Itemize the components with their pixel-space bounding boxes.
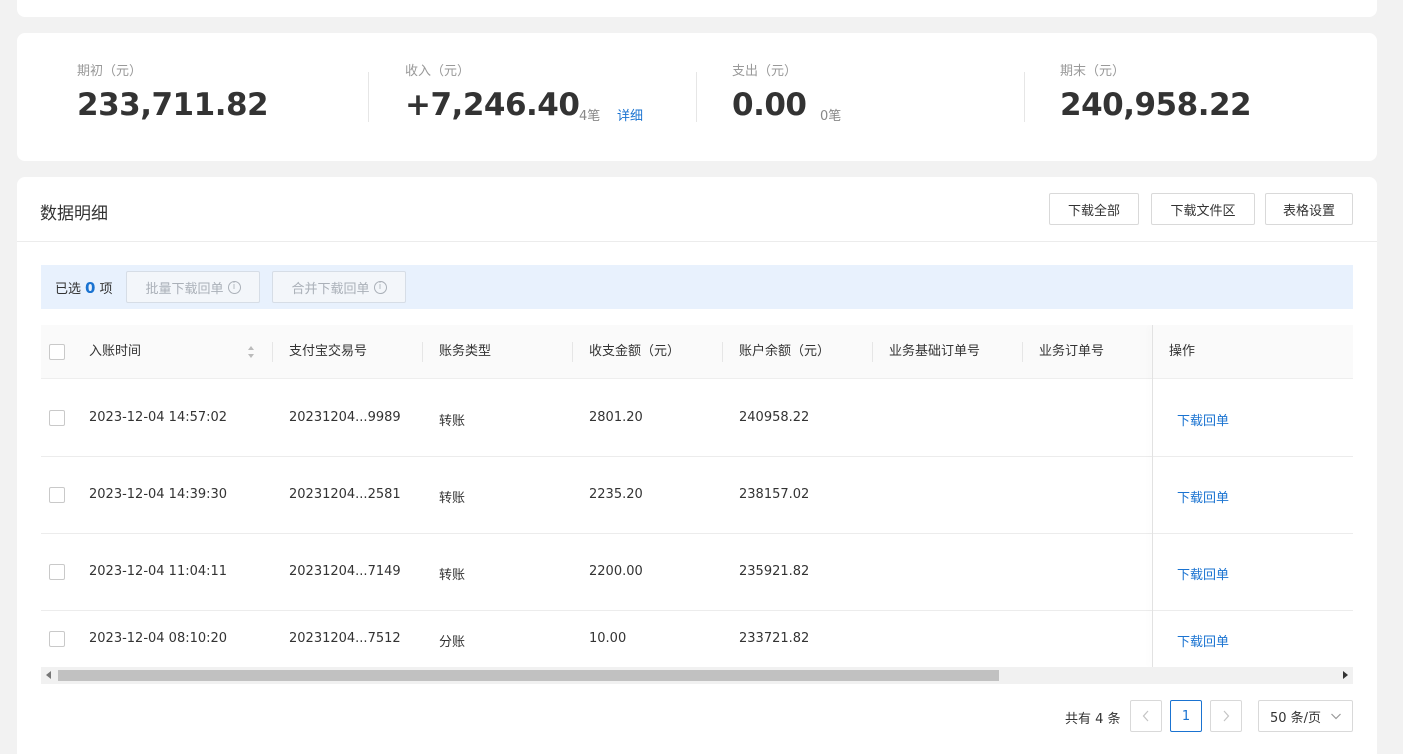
detail-card: 数据明细 下载全部 下载文件区 表格设置 已选 0 项 批量下载回单 i 合并下载回单… bbox=[17, 177, 1377, 754]
expense-count: 0笔 bbox=[820, 109, 842, 124]
income-count: 4笔 bbox=[579, 109, 601, 124]
select-all-checkbox[interactable] bbox=[49, 344, 65, 360]
row-checkbox[interactable] bbox=[49, 410, 65, 426]
selection-prefix: 已选 bbox=[55, 282, 82, 297]
merge-download-button[interactable]: 合并下载回单 i bbox=[272, 271, 406, 303]
scroll-left-arrow[interactable] bbox=[46, 671, 51, 679]
cell-amount: 10.00 bbox=[589, 631, 627, 646]
table-header: 入账时间 支付宝交易号 账务类型 收支金额（元） 账户余额（元） 业务基础订单号… bbox=[41, 325, 1353, 379]
column-separator bbox=[272, 342, 273, 362]
closing-value: 240,958.22 bbox=[1060, 87, 1252, 123]
cell-time: 2023-12-04 08:10:20 bbox=[89, 631, 228, 646]
opening-label: 期初（元） bbox=[77, 64, 143, 79]
column-separator bbox=[572, 342, 573, 362]
horizontal-scrollbar[interactable] bbox=[41, 667, 1353, 684]
info-icon: i bbox=[227, 280, 241, 294]
data-table: 入账时间 支付宝交易号 账务类型 收支金额（元） 账户余额（元） 业务基础订单号… bbox=[41, 325, 1353, 667]
cell-amount: 2235.20 bbox=[589, 487, 643, 502]
cell-trade-no: 20231204...9989 bbox=[289, 410, 401, 425]
cell-amount: 2200.00 bbox=[589, 564, 643, 579]
selection-bar: 已选 0 项 批量下载回单 i 合并下载回单 i bbox=[41, 265, 1353, 309]
merge-download-label: 合并下载回单 bbox=[291, 281, 370, 297]
cell-balance: 240958.22 bbox=[739, 410, 810, 425]
cell-trade-no: 20231204...7149 bbox=[289, 564, 401, 579]
income-detail-link[interactable]: 详细 bbox=[617, 105, 643, 124]
header-divider bbox=[17, 241, 1377, 242]
table-row: 2023-12-04 11:04:11 20231204...7149 转账 2… bbox=[41, 534, 1353, 611]
cell-trade-no: 20231204...2581 bbox=[289, 487, 401, 502]
cell-amount: 2801.20 bbox=[589, 410, 643, 425]
table-row: 2023-12-04 08:10:20 20231204...7512 分账 1… bbox=[41, 611, 1353, 667]
cell-type: 分账 bbox=[439, 635, 466, 650]
chevron-left-icon bbox=[1142, 710, 1149, 722]
column-separator bbox=[422, 342, 423, 362]
table-settings-button[interactable]: 表格设置 bbox=[1265, 193, 1353, 225]
download-receipt-link[interactable]: 下载回单 bbox=[1177, 487, 1229, 506]
chevron-down-icon bbox=[1331, 713, 1341, 720]
prev-page-button[interactable] bbox=[1130, 700, 1162, 732]
expense-value: 0.00 bbox=[732, 87, 807, 123]
chevron-right-icon bbox=[1223, 710, 1230, 722]
expense-label: 支出（元） bbox=[732, 64, 798, 79]
cell-balance: 235921.82 bbox=[739, 564, 810, 579]
column-separator bbox=[722, 342, 723, 362]
page-size-value: 50 条/页 bbox=[1270, 710, 1322, 726]
cell-type: 转账 bbox=[439, 568, 466, 583]
closing-label: 期末（元） bbox=[1060, 64, 1126, 79]
column-separator bbox=[1022, 342, 1023, 362]
pagination-total: 共有 4 条 bbox=[1065, 712, 1121, 727]
cell-trade-no: 20231204...7512 bbox=[289, 631, 401, 646]
page-1-button[interactable]: 1 bbox=[1170, 700, 1202, 732]
row-checkbox[interactable] bbox=[49, 631, 65, 647]
batch-download-label: 批量下载回单 bbox=[145, 281, 224, 297]
info-icon: i bbox=[373, 280, 387, 294]
page-size-select[interactable]: 50 条/页 bbox=[1258, 700, 1353, 732]
table-row: 2023-12-04 14:57:02 20231204...9989 转账 2… bbox=[41, 380, 1353, 457]
table-row: 2023-12-04 14:39:30 20231204...2581 转账 2… bbox=[41, 457, 1353, 534]
col-type: 账务类型 bbox=[439, 344, 492, 359]
download-folder-button[interactable]: 下载文件区 bbox=[1151, 193, 1255, 225]
col-time[interactable]: 入账时间 bbox=[89, 325, 141, 379]
col-balance: 账户余额（元） bbox=[739, 344, 831, 359]
row-checkbox[interactable] bbox=[49, 564, 65, 580]
download-all-button[interactable]: 下载全部 bbox=[1049, 193, 1139, 225]
col-trade-no: 支付宝交易号 bbox=[289, 344, 368, 359]
col-action: 操作 bbox=[1169, 344, 1196, 359]
column-separator bbox=[872, 342, 873, 362]
scroll-right-arrow[interactable] bbox=[1343, 671, 1348, 679]
cell-time: 2023-12-04 11:04:11 bbox=[89, 564, 228, 579]
col-order: 业务订单号 bbox=[1039, 344, 1105, 359]
scroll-thumb[interactable] bbox=[58, 670, 999, 681]
stat-divider bbox=[368, 72, 369, 122]
income-label: 收入（元） bbox=[405, 64, 471, 79]
cell-type: 转账 bbox=[439, 414, 466, 429]
top-card bbox=[17, 0, 1377, 17]
stat-divider bbox=[1024, 72, 1025, 122]
stat-divider bbox=[696, 72, 697, 122]
selection-count: 0 bbox=[85, 279, 96, 297]
fixed-column-divider bbox=[1152, 325, 1153, 667]
download-receipt-link[interactable]: 下载回单 bbox=[1177, 410, 1229, 429]
cell-time: 2023-12-04 14:39:30 bbox=[89, 487, 228, 502]
col-base-order: 业务基础订单号 bbox=[889, 344, 981, 359]
batch-download-button[interactable]: 批量下载回单 i bbox=[126, 271, 260, 303]
detail-title: 数据明细 bbox=[40, 204, 108, 224]
summary-card: 期初（元） 233,711.82 收入（元） +7,246.40 4笔 详细 支… bbox=[17, 33, 1377, 161]
cell-balance: 233721.82 bbox=[739, 631, 810, 646]
row-checkbox[interactable] bbox=[49, 487, 65, 503]
download-receipt-link[interactable]: 下载回单 bbox=[1177, 564, 1229, 583]
col-amount: 收支金额（元） bbox=[589, 344, 681, 359]
cell-type: 转账 bbox=[439, 491, 466, 506]
cell-time: 2023-12-04 14:57:02 bbox=[89, 410, 228, 425]
download-receipt-link[interactable]: 下载回单 bbox=[1177, 631, 1229, 650]
income-value: +7,246.40 bbox=[405, 87, 580, 123]
next-page-button[interactable] bbox=[1210, 700, 1242, 732]
selection-summary: 已选 0 项 bbox=[55, 278, 112, 297]
selection-suffix: 项 bbox=[99, 282, 113, 297]
sort-icon[interactable] bbox=[247, 345, 255, 359]
cell-balance: 238157.02 bbox=[739, 487, 810, 502]
opening-value: 233,711.82 bbox=[77, 87, 269, 123]
